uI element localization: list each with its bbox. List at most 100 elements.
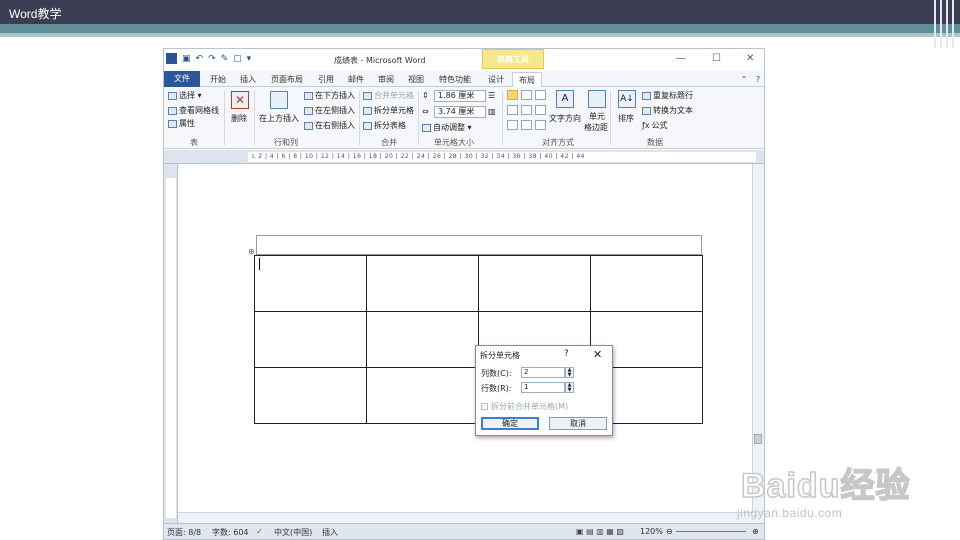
table-cell[interactable] — [254, 311, 367, 368]
view-gridlines-button[interactable]: 查看网格线 — [168, 105, 219, 116]
tab-view[interactable]: 视图 — [402, 72, 430, 87]
table-cell[interactable] — [590, 255, 703, 312]
tab-file[interactable]: 文件 — [164, 71, 200, 87]
table-cell[interactable] — [254, 367, 367, 424]
tab-page-layout[interactable]: 页面布局 — [266, 72, 308, 87]
new-doc-icon[interactable]: ▢ — [233, 54, 242, 64]
insert-below-button[interactable]: 在下方插入 — [304, 90, 355, 101]
proofing-icon[interactable]: ✓ — [256, 527, 263, 536]
redo-icon[interactable]: ↷ — [208, 54, 216, 64]
text-direction-button[interactable]: 文字方向 — [549, 113, 581, 124]
formula-icon: ƒx — [642, 121, 650, 130]
align-bottom-left-button[interactable] — [507, 120, 518, 130]
dialog-close-icon[interactable]: ✕ — [593, 348, 602, 361]
document-area[interactable]: ⊕ 拆分单元格 ? ✕ 列数(C): 2 ▲ ▼ 行数(R): 1 ▲ ▼ 拆分前合… — [178, 164, 754, 526]
col-width-input[interactable]: 3.74 厘米 — [434, 106, 486, 118]
help-icon[interactable]: ? — [752, 72, 764, 87]
repeat-header-button[interactable]: 重复标题行 — [642, 90, 693, 101]
dialog-help-icon[interactable]: ? — [564, 349, 569, 359]
align-middle-right-button[interactable] — [535, 105, 546, 115]
properties-icon — [168, 119, 177, 128]
distribute-cols-icon[interactable]: ▥ — [488, 107, 496, 116]
language[interactable]: 中文(中国) — [274, 527, 312, 538]
page-count[interactable]: 页面: 8/8 — [167, 527, 201, 538]
cell-margins-label-1[interactable]: 单元 — [589, 111, 605, 122]
text-direction-icon[interactable]: A — [556, 90, 574, 108]
delete-icon[interactable]: ✕ — [231, 91, 249, 109]
tab-home[interactable]: 开始 — [204, 72, 232, 87]
word-logo-icon[interactable]: W — [166, 53, 177, 64]
zoom-slider[interactable] — [676, 531, 746, 532]
sort-button[interactable]: 排序 — [618, 113, 634, 124]
align-top-left-button[interactable] — [507, 90, 518, 100]
cell-margins-label-2[interactable]: 格边距 — [584, 122, 608, 133]
maximize-icon[interactable]: ☐ — [712, 53, 721, 64]
tab-features[interactable]: 特色功能 — [434, 72, 476, 87]
vertical-ruler[interactable] — [164, 164, 178, 526]
undo-icon[interactable]: ↶ — [196, 54, 204, 64]
columns-spinner[interactable]: ▲ ▼ — [565, 367, 574, 378]
tab-insert[interactable]: 插入 — [234, 72, 262, 87]
ruler-area — [166, 178, 176, 518]
table-cell[interactable] — [366, 255, 479, 312]
close-icon[interactable]: ✕ — [746, 53, 754, 64]
row-height-input[interactable]: 1.86 厘米 — [434, 90, 486, 102]
zoom-out-icon[interactable]: ⊖ — [666, 527, 673, 536]
properties-button[interactable]: 属性 — [168, 118, 195, 129]
zoom-in-icon[interactable]: ⊕ — [752, 527, 759, 536]
tab-review[interactable]: 审阅 — [372, 72, 400, 87]
align-bottom-center-button[interactable] — [521, 120, 532, 130]
title-bar: W ▣ ↶ ↷ ✎ ▢ ▾ 成绩表 - Microsoft Word 表格工具 … — [164, 49, 764, 71]
tab-layout[interactable]: 布局 — [512, 72, 542, 87]
align-top-right-button[interactable] — [535, 90, 546, 100]
word-window: W ▣ ↶ ↷ ✎ ▢ ▾ 成绩表 - Microsoft Word 表格工具 … — [163, 48, 765, 540]
insert-below-icon — [304, 91, 313, 100]
table-cell[interactable] — [254, 255, 367, 312]
slide-title: Word教学 — [9, 7, 62, 21]
tab-mailings[interactable]: 邮件 — [342, 72, 370, 87]
select-button[interactable]: 选择 ▾ — [168, 90, 202, 101]
align-middle-left-button[interactable] — [507, 105, 518, 115]
insert-right-button[interactable]: 在右侧插入 — [304, 120, 355, 131]
insert-above-button[interactable]: 在上方插入 — [259, 113, 299, 124]
table-cell[interactable] — [366, 367, 479, 424]
split-table-button[interactable]: 拆分表格 — [363, 120, 406, 131]
word-count[interactable]: 字数: 604 — [212, 527, 249, 538]
align-bottom-right-button[interactable] — [535, 120, 546, 130]
insert-right-icon — [304, 121, 313, 130]
tab-design[interactable]: 设计 — [482, 72, 510, 87]
cancel-button[interactable]: 取消 — [549, 417, 607, 430]
rows-spinner[interactable]: ▲ ▼ — [565, 382, 574, 393]
save-icon[interactable]: ▣ — [182, 54, 191, 64]
insert-mode[interactable]: 插入 — [322, 527, 338, 538]
format-painter-icon[interactable]: ✎ — [221, 54, 229, 64]
cell-margins-icon[interactable] — [588, 90, 606, 108]
insert-left-button[interactable]: 在左侧插入 — [304, 105, 355, 116]
align-center-button[interactable] — [521, 105, 532, 115]
merge-before-split-checkbox[interactable]: 拆分前合并单元格(M) — [481, 401, 568, 412]
horizontal-ruler[interactable]: L 2 | 4 | 6 | 8 | 10 | 12 | 14 | 16 | 18… — [164, 150, 764, 164]
formula-button[interactable]: ƒx 公式 — [642, 120, 668, 131]
view-mode-icons[interactable]: ▣ ▤ ▥ ▦ ▧ — [576, 527, 624, 536]
customize-qat-icon[interactable]: ▾ — [247, 54, 252, 64]
merge-cells-button[interactable]: 合并单元格 — [363, 90, 414, 101]
distribute-rows-icon[interactable]: ☰ — [488, 91, 495, 100]
group-label-table: 表 — [190, 138, 198, 147]
split-cells-button[interactable]: 拆分单元格 — [363, 105, 414, 116]
delete-button[interactable]: 删除 — [231, 113, 247, 124]
rows-input[interactable]: 1 — [521, 382, 565, 393]
tab-references[interactable]: 引用 — [312, 72, 340, 87]
ribbon-collapse-icon[interactable]: ⌃ — [738, 72, 750, 87]
table-cell[interactable] — [366, 311, 479, 368]
convert-to-text-button[interactable]: 转换为文本 — [642, 105, 693, 116]
table-cell[interactable] — [478, 255, 591, 312]
ok-button[interactable]: 确定 — [481, 417, 539, 430]
autofit-button[interactable]: 自动调整 ▾ — [422, 122, 472, 133]
columns-input[interactable]: 2 — [521, 367, 565, 378]
group-label-cell-size: 单元格大小 — [434, 138, 474, 147]
insert-above-icon[interactable] — [270, 91, 288, 109]
sort-icon[interactable]: A↓ — [618, 90, 636, 108]
minimize-icon[interactable]: — — [676, 53, 686, 64]
zoom-level[interactable]: 120% — [640, 527, 663, 536]
align-top-center-button[interactable] — [521, 90, 532, 100]
